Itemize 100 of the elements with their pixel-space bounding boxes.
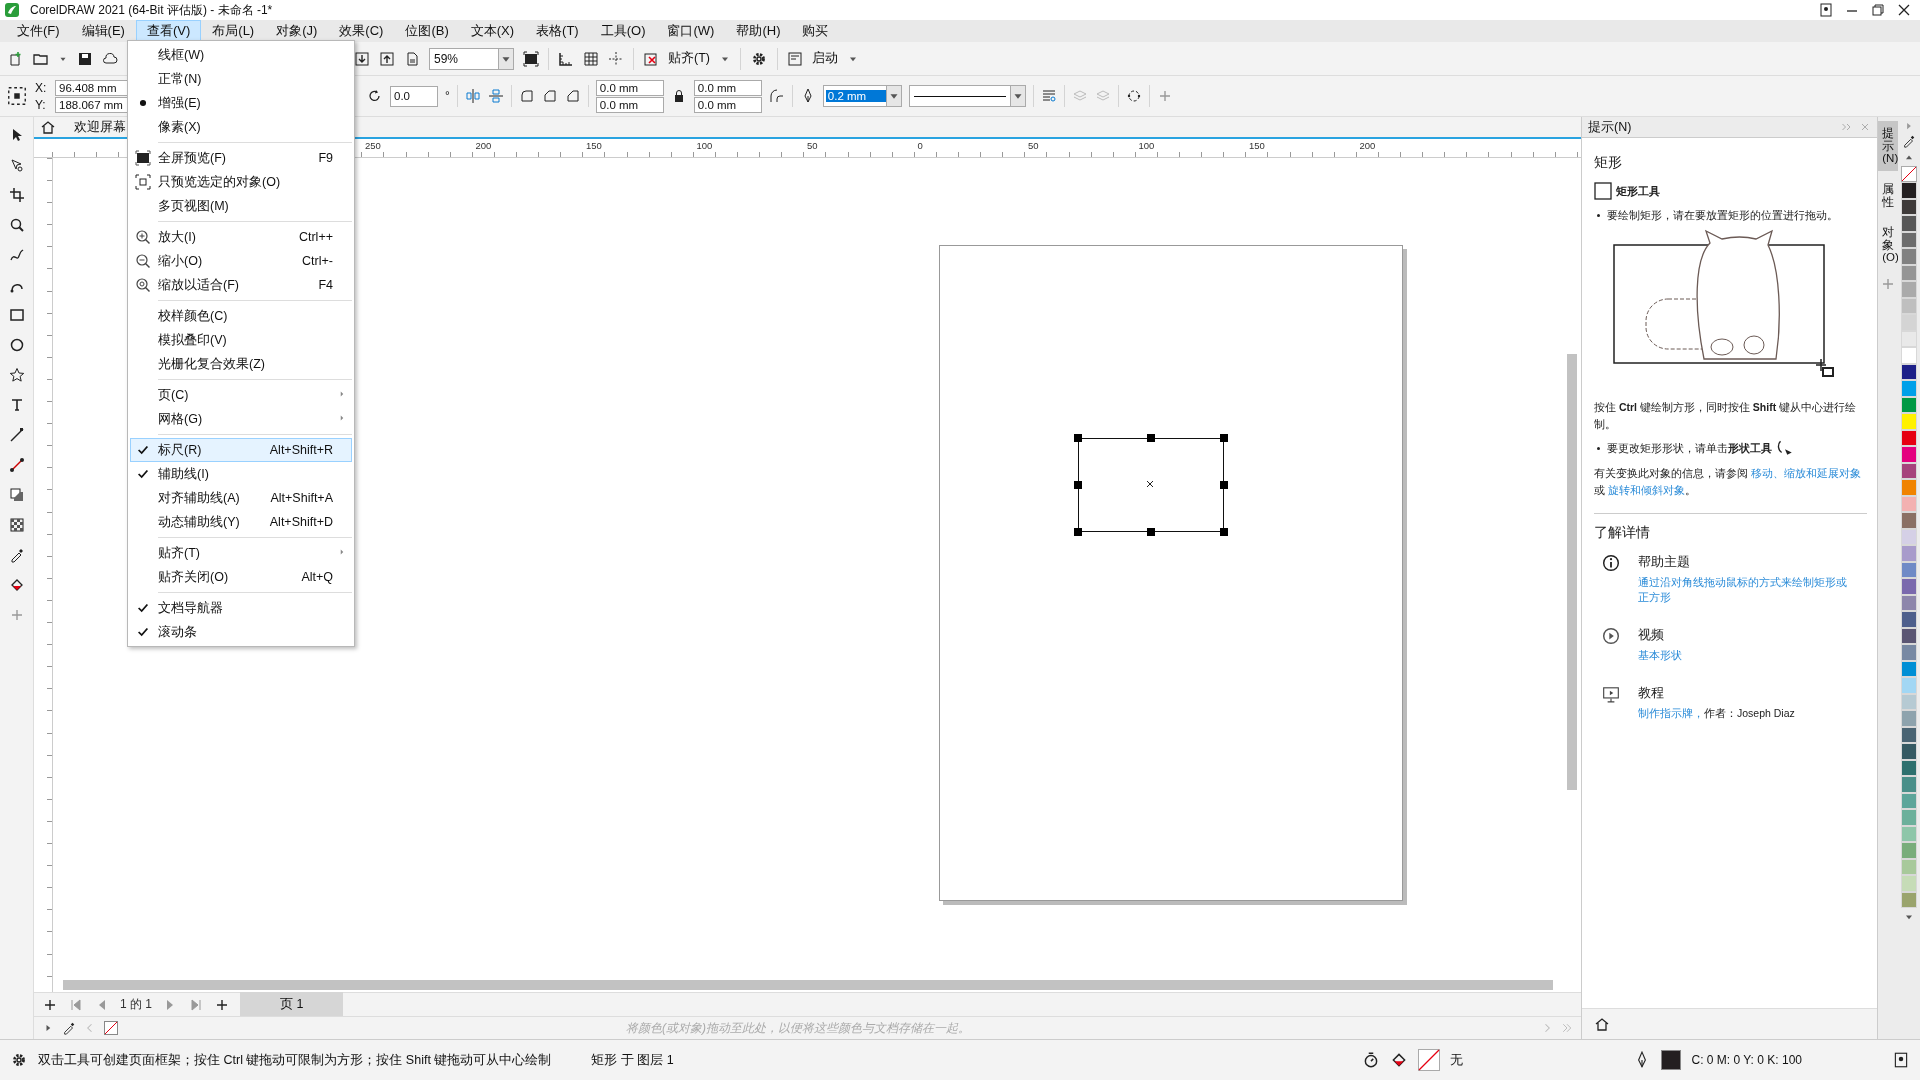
color-swatch[interactable] (1901, 314, 1917, 331)
home-icon[interactable] (40, 119, 56, 135)
link[interactable]: 基本形状 (1638, 648, 1848, 663)
selection-handle[interactable] (1220, 434, 1228, 442)
menu-item[interactable]: 贴齐(T) (130, 541, 352, 565)
corner-radius-field[interactable]: 0.0 mm (693, 96, 762, 113)
color-swatch[interactable] (1901, 776, 1917, 793)
menu-item[interactable]: 校样颜色(C) (130, 304, 352, 328)
close-icon[interactable] (1896, 2, 1912, 18)
ellipse-icon[interactable] (8, 337, 25, 353)
selection-handle[interactable] (1074, 528, 1082, 536)
menu-item[interactable]: 网格(G) (130, 407, 352, 431)
home-icon[interactable] (1594, 1016, 1610, 1032)
menu-item[interactable]: 对齐辅助线(A) Alt+Shift+A (130, 486, 352, 510)
menu-item[interactable]: 放大(I) Ctrl++ (130, 225, 352, 249)
color-swatch[interactable] (1901, 842, 1917, 859)
menu-item[interactable]: 对象(J) (265, 20, 329, 42)
color-swatch[interactable] (1901, 446, 1917, 463)
first-page-icon[interactable] (68, 996, 84, 1013)
menu-item[interactable]: 文档导航器 (130, 596, 352, 620)
round-corner-icon[interactable] (518, 88, 535, 104)
color-swatch[interactable] (1901, 215, 1917, 232)
mirror-vertical-icon[interactable] (487, 88, 504, 104)
corner-radius-field[interactable]: 0.0 mm (693, 79, 762, 96)
color-swatch[interactable] (1901, 611, 1917, 628)
checkerboard-icon[interactable] (8, 517, 25, 533)
menu-item[interactable]: 线框(W) (130, 43, 352, 67)
menu-item[interactable]: 动态辅助线(Y) Alt+Shift+D (130, 510, 352, 534)
menu-item[interactable]: 工具(O) (589, 20, 657, 42)
cloud-icon[interactable] (102, 50, 118, 67)
shadow-icon[interactable] (8, 487, 25, 503)
menu-item[interactable]: 模拟叠印(V) (130, 328, 352, 352)
menu-item[interactable]: 缩放以适合(F) F4 (130, 273, 352, 297)
selection-handle[interactable] (1220, 481, 1228, 489)
connector-icon[interactable] (8, 457, 25, 473)
color-swatch[interactable] (1901, 248, 1917, 265)
color-swatch[interactable] (1901, 743, 1917, 760)
menu-item[interactable]: 只预览选定的对象(O) (130, 170, 352, 194)
color-swatch[interactable] (1901, 578, 1917, 595)
convert-to-curves-icon[interactable] (1125, 88, 1142, 104)
rotate-icon[interactable] (367, 88, 383, 104)
menu-item[interactable]: 全屏预览(F) F9 (130, 146, 352, 170)
corner-radius-field[interactable]: 0.0 mm (595, 96, 664, 113)
page-tab[interactable]: 页 1 (240, 992, 344, 1017)
docker-tab[interactable]: 对象 (O) (1878, 220, 1898, 271)
eyedropper-icon[interactable] (1902, 134, 1916, 148)
eyedropper-icon[interactable] (8, 547, 25, 563)
object-origin-icon[interactable] (6, 85, 28, 107)
rectangle-icon[interactable] (8, 307, 25, 323)
zoom-level-dropdown[interactable]: 59% (429, 47, 514, 70)
menu-item[interactable]: 辅助线(I) (130, 462, 352, 486)
text-wrap-icon[interactable] (1040, 88, 1057, 104)
menu-item[interactable]: 编辑(E) (70, 20, 136, 42)
menu-item[interactable]: 贴齐关闭(O) Alt+Q (130, 565, 352, 589)
mirror-horizontal-icon[interactable] (464, 88, 481, 104)
rotation-field[interactable]: 0.0 (390, 85, 438, 107)
color-swatch[interactable] (1901, 281, 1917, 298)
menu-item[interactable]: 正常(N) (130, 67, 352, 91)
full-screen-icon[interactable] (523, 50, 539, 67)
color-swatch[interactable] (1901, 710, 1917, 727)
launch-icon[interactable] (786, 50, 803, 67)
color-swatch[interactable] (1901, 677, 1917, 694)
menu-item[interactable]: 增强(E) (130, 91, 352, 115)
no-color-swatch[interactable] (104, 1021, 118, 1035)
menu-item[interactable]: 查看(V) (135, 20, 202, 42)
color-swatch[interactable] (1901, 182, 1917, 199)
menu-item[interactable]: 缩小(O) Ctrl+- (130, 249, 352, 273)
link[interactable]: 旋转和倾斜对象 (1607, 484, 1685, 496)
settings-icon[interactable] (10, 1051, 28, 1069)
snap-to-dropdown[interactable]: 贴齐(T) (668, 50, 710, 67)
menu-item[interactable]: 文本(X) (459, 20, 526, 42)
selection-handle[interactable] (1147, 528, 1155, 536)
save-icon[interactable] (77, 50, 93, 67)
menu-item[interactable]: 像素(X) (130, 115, 352, 139)
menu-item[interactable]: 窗口(W) (656, 20, 726, 42)
menu-item[interactable]: 位图(B) (394, 20, 460, 42)
link[interactable]: 制作指示牌， (1638, 707, 1704, 719)
docker-tab[interactable]: 属性 (1878, 176, 1898, 215)
color-swatch[interactable] (1901, 512, 1917, 529)
color-swatch[interactable] (1901, 413, 1917, 430)
document-icon[interactable] (404, 50, 420, 67)
star-icon[interactable] (8, 367, 25, 383)
import-icon[interactable] (354, 50, 370, 67)
restore-icon[interactable] (1870, 2, 1886, 18)
corner-radius-field[interactable]: 0.0 mm (595, 79, 664, 96)
chamfer-corner-icon[interactable] (564, 88, 581, 104)
freehand-icon[interactable] (8, 247, 25, 263)
menu-item[interactable]: 文件(F) (6, 20, 71, 42)
account-icon[interactable] (1818, 2, 1834, 18)
selection-handle[interactable] (1147, 434, 1155, 442)
snap-off-icon[interactable] (643, 50, 659, 67)
menu-item[interactable]: 多页视图(M) (130, 194, 352, 218)
no-color-swatch[interactable] (1901, 166, 1917, 182)
link[interactable]: 移动、缩放和延展对象 (1750, 467, 1861, 479)
selection-handle[interactable] (1074, 481, 1082, 489)
export-icon[interactable] (379, 50, 395, 67)
color-swatch[interactable] (1901, 644, 1917, 661)
selection-handle[interactable] (1220, 528, 1228, 536)
relative-corner-icon[interactable] (768, 88, 785, 104)
color-swatch[interactable] (1901, 380, 1917, 397)
